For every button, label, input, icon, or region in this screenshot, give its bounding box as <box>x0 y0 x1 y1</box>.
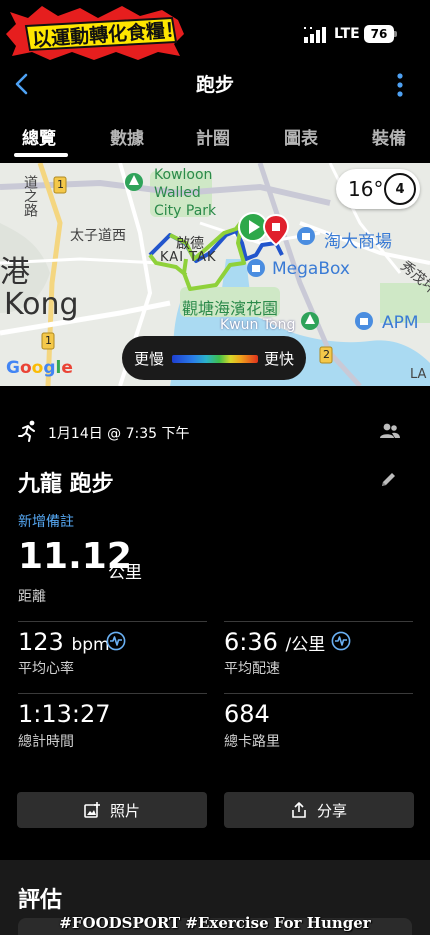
divider <box>224 693 413 694</box>
legend-slow-label: 更慢 <box>134 350 165 368</box>
battery-tip <box>394 31 397 37</box>
add-note-link[interactable]: 新增備註 <box>18 511 74 531</box>
map-label-road: 道之路 <box>22 175 38 217</box>
tab-bar: 總覽 數據 計圈 圖表 裝備 <box>0 112 430 158</box>
tab-laps[interactable]: 計圈 <box>196 124 230 149</box>
pace-value: 6:36 <box>224 628 278 656</box>
weather-widget: 16° 4 <box>336 169 420 209</box>
pace-legend: 更慢 更快 <box>122 336 306 380</box>
map-label-kwun-tong-park: 觀塘海濱花園 <box>182 299 279 318</box>
divider <box>224 621 413 622</box>
app-header: 跑步 <box>0 62 430 106</box>
heart-rate-zone-icon[interactable] <box>106 631 126 651</box>
google-attribution: Google <box>6 358 73 378</box>
calories-value: 684 <box>224 700 270 728</box>
battery-indicator: 76 <box>364 25 394 43</box>
activity-title: 九龍 跑步 <box>18 472 114 497</box>
total-time-value: 1:13:27 <box>18 700 111 728</box>
tab-gear[interactable]: 裝備 <box>372 124 406 149</box>
map-label-la: LA <box>410 367 427 382</box>
route-map[interactable]: Kowloon Walled City Park 太子道西 啟德 KAI TAK… <box>0 163 430 386</box>
map-label-apm: APM <box>382 313 419 333</box>
tab-charts[interactable]: 圖表 <box>284 124 318 149</box>
signal-icon <box>304 27 326 43</box>
running-icon <box>18 420 35 442</box>
heart-rate-stat: 123 bpm <box>18 628 110 656</box>
pace-unit: /公里 <box>285 635 326 655</box>
photo-button[interactable]: 照片 <box>17 792 207 828</box>
tab-stats[interactable]: 數據 <box>110 124 144 149</box>
legend-fast-label: 更快 <box>264 350 295 368</box>
share-button-label: 分享 <box>316 801 347 820</box>
total-time-label: 總計時間 <box>18 734 74 750</box>
distance-label: 距離 <box>18 589 46 605</box>
watermark-caption: #FOODSPORT #Exercise For Hunger <box>59 914 371 932</box>
share-button[interactable]: 分享 <box>224 792 414 828</box>
pace-gradient-bar <box>172 355 258 363</box>
edit-pencil-icon[interactable] <box>380 470 398 488</box>
add-photo-icon <box>84 802 100 818</box>
heart-rate-value: 123 <box>18 628 64 656</box>
pace-stat: 6:36 /公里 <box>224 628 325 656</box>
heart-rate-label: 平均心率 <box>18 661 74 677</box>
divider <box>18 621 207 622</box>
map-label-taoda: 淘大商場 <box>324 232 392 252</box>
photo-button-label: 照片 <box>109 801 140 820</box>
map-route-shield-1: 1 <box>57 178 64 191</box>
map-label-city-park: City Park <box>154 203 217 219</box>
map-label-tai-tsz: 太子道西 <box>70 228 126 244</box>
map-label-kwun-tong: Kwun Tong <box>220 317 296 333</box>
map-label-gang: 港 <box>0 255 30 290</box>
map-label-kai-tak: KAI TAK <box>160 250 217 265</box>
status-bar: 以運動轉化食糧！ LTE 76 <box>0 0 430 62</box>
divider <box>18 693 207 694</box>
network-type: LTE <box>334 26 360 42</box>
wind-icon: 4 <box>384 173 416 205</box>
map-label-kowloon: Kowloon <box>154 167 213 183</box>
heart-rate-unit: bpm <box>71 635 110 655</box>
map-label-kong: Kong <box>4 287 79 322</box>
pace-zone-icon[interactable] <box>331 631 351 651</box>
assessment-title: 評估 <box>18 888 63 913</box>
map-route-shield-1b: 1 <box>45 334 52 347</box>
pace-label: 平均配速 <box>224 661 280 677</box>
calories-label: 總卡路里 <box>224 734 280 750</box>
active-tab-indicator <box>14 153 68 157</box>
distance-unit: 公里 <box>108 563 142 583</box>
more-vertical-icon[interactable] <box>392 72 408 98</box>
temperature: 16° <box>348 177 384 201</box>
map-route-shield-2: 2 <box>323 348 330 361</box>
map-label-walled: Walled <box>154 185 201 201</box>
activity-date: 1月14日 @ 7:35 下午 <box>48 426 190 442</box>
share-icon <box>292 802 306 818</box>
people-icon[interactable] <box>380 422 400 440</box>
map-label-megabox: MegaBox <box>272 259 350 279</box>
tab-overview[interactable]: 總覽 <box>22 124 56 149</box>
page-title: 跑步 <box>195 74 234 96</box>
